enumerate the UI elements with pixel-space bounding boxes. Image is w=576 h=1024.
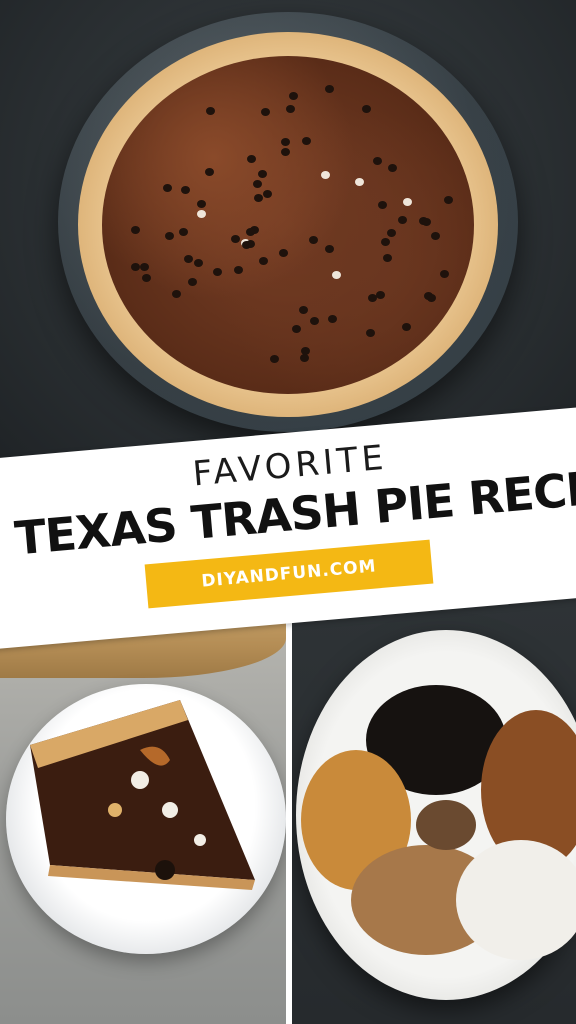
chocolate-chip bbox=[376, 290, 386, 299]
chocolate-chip bbox=[142, 273, 152, 282]
chocolate-chip bbox=[257, 169, 267, 178]
chocolate-chip bbox=[331, 271, 341, 280]
chocolate-chip bbox=[397, 215, 407, 224]
chocolate-chip bbox=[292, 324, 302, 333]
chocolate-chip bbox=[288, 92, 298, 101]
chocolate-chip bbox=[327, 315, 337, 324]
chocolate-chip bbox=[387, 164, 397, 173]
chocolate-chip bbox=[301, 136, 311, 145]
chocolate-chip bbox=[130, 226, 140, 235]
chocolate-chip bbox=[401, 322, 411, 331]
chocolate-chip bbox=[440, 269, 450, 278]
chocolate-chip bbox=[386, 228, 396, 237]
pie-slice bbox=[30, 700, 255, 890]
chocolate-chip bbox=[285, 104, 295, 113]
chocolate-chip bbox=[230, 235, 240, 244]
chocolate-chip bbox=[382, 254, 392, 263]
chocolate-chip bbox=[164, 231, 174, 240]
chocolate-chip bbox=[213, 267, 223, 276]
chocolate-chip bbox=[260, 107, 270, 116]
chocolate-chip bbox=[278, 249, 288, 258]
chocolate-chip bbox=[204, 167, 214, 176]
chocolate-chip bbox=[361, 104, 371, 113]
chocolate-chip bbox=[253, 179, 263, 188]
pie-slice-photo bbox=[0, 598, 286, 1024]
chocolate-chip bbox=[172, 289, 181, 298]
chocolate-chip bbox=[178, 227, 188, 236]
chocolate-chip bbox=[281, 147, 291, 156]
chocolate-chip bbox=[269, 355, 279, 364]
chocolate-chip bbox=[246, 154, 256, 163]
ingredients bbox=[301, 685, 576, 960]
chocolate-chip bbox=[205, 106, 215, 115]
chocolate-chip bbox=[421, 217, 431, 226]
chocolate-chip bbox=[308, 235, 318, 244]
chocolate-chip bbox=[320, 171, 330, 180]
site-link-text: DIYANDFUN.COM bbox=[200, 556, 378, 592]
chocolate-chip bbox=[299, 353, 309, 362]
pin-graphic: FAVORITE TEXAS TRASH PIE RECIPE DIYANDFU… bbox=[0, 0, 576, 1024]
ingredients-bowl-photo bbox=[292, 598, 576, 1024]
whole-pie-photo bbox=[0, 0, 576, 470]
chocolate-chip bbox=[139, 263, 149, 272]
chocolate-chip bbox=[402, 197, 412, 206]
chocolate-chip bbox=[325, 244, 335, 253]
chocolate-chip bbox=[162, 184, 172, 192]
chocolate-chip bbox=[299, 305, 309, 314]
chocolate-chip bbox=[253, 194, 263, 203]
chocolate-chip bbox=[380, 237, 390, 246]
chocolate-chip bbox=[193, 259, 203, 268]
chocolate-chip bbox=[372, 156, 382, 165]
chocolate-chip bbox=[245, 240, 255, 249]
